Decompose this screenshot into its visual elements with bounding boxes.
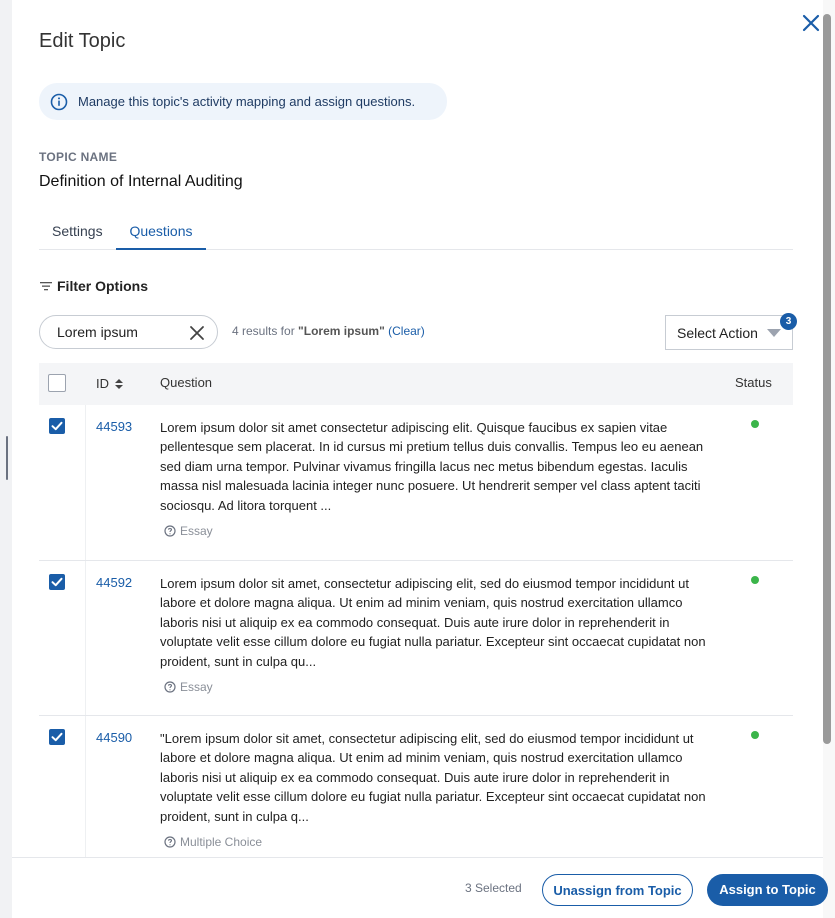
help-circle-icon	[164, 836, 176, 848]
resize-handle[interactable]	[6, 436, 8, 480]
row-checkbox[interactable]	[49, 729, 65, 745]
info-banner: Manage this topic's activity mapping and…	[39, 83, 447, 120]
id-header-label: ID	[96, 376, 109, 391]
row-checkbox[interactable]	[49, 418, 65, 434]
status-indicator	[751, 731, 759, 739]
question-type: Essay	[164, 524, 213, 538]
question-type: Multiple Choice	[164, 835, 262, 849]
tab-settings[interactable]: Settings	[52, 216, 103, 250]
selected-count: 3 Selected	[465, 881, 522, 895]
help-circle-icon	[164, 681, 176, 693]
results-query: "Lorem ipsum"	[298, 324, 385, 338]
topic-name-label: TOPIC NAME	[39, 150, 118, 164]
info-banner-text: Manage this topic's activity mapping and…	[78, 94, 416, 109]
filter-icon	[40, 282, 52, 291]
topic-name-value: Definition of Internal Auditing	[39, 173, 243, 190]
page-title: Edit Topic	[39, 30, 126, 52]
filter-options-label: Filter Options	[57, 278, 148, 294]
results-count: 4 results for	[232, 324, 295, 338]
status-indicator	[751, 420, 759, 428]
question-type-label: Essay	[180, 524, 213, 538]
checkmark-icon	[51, 732, 63, 742]
question-type-label: Essay	[180, 680, 213, 694]
question-column-header: Question	[160, 375, 213, 390]
search-field	[39, 315, 218, 349]
search-clear-button[interactable]	[188, 324, 206, 342]
checkmark-icon	[51, 421, 63, 431]
table-row: 44590 "Lorem ipsum dolor sit amet, conse…	[39, 716, 793, 857]
id-column-header[interactable]: ID	[96, 376, 124, 391]
footer-bar: 3 Selected Unassign from Topic Assign to…	[12, 857, 828, 918]
filter-options-toggle[interactable]: Filter Options	[39, 278, 148, 294]
table-header: ID Question Status	[39, 363, 793, 405]
help-circle-icon	[164, 525, 176, 537]
checkmark-icon	[51, 577, 63, 587]
table-row: 44593 Lorem ipsum dolor sit amet consect…	[39, 405, 793, 561]
question-type: Essay	[164, 680, 213, 694]
unassign-from-topic-button[interactable]: Unassign from Topic	[542, 874, 693, 906]
select-action-label: Select Action	[677, 324, 758, 341]
close-icon	[802, 14, 820, 32]
question-id-link[interactable]: 44592	[96, 575, 132, 590]
question-text: Lorem ipsum dolor sit amet consectetur a…	[160, 420, 704, 513]
question-id-link[interactable]: 44590	[96, 730, 132, 745]
info-icon	[50, 93, 68, 110]
select-all-checkbox[interactable]	[48, 374, 66, 392]
status-indicator	[751, 576, 759, 584]
sort-icon	[115, 378, 123, 389]
tab-questions[interactable]: Questions	[116, 216, 206, 250]
row-checkbox[interactable]	[49, 574, 65, 590]
table-row: 44592 Lorem ipsum dolor sit amet, consec…	[39, 561, 793, 716]
question-type-label: Multiple Choice	[180, 835, 263, 849]
question-text: Lorem ipsum dolor sit amet, consectetur …	[160, 576, 706, 669]
question-text: "Lorem ipsum dolor sit amet, consectetur…	[160, 731, 706, 824]
close-icon	[190, 326, 204, 340]
tab-bar: Settings Questions	[39, 216, 793, 250]
results-summary: 4 results for "Lorem ipsum" (Clear)	[232, 324, 425, 338]
close-button[interactable]	[800, 12, 822, 34]
scrollbar-thumb[interactable]	[823, 14, 831, 744]
chevron-down-icon	[767, 329, 781, 337]
clear-search-link[interactable]: (Clear)	[388, 324, 425, 338]
select-action-dropdown[interactable]: Select Action	[665, 315, 793, 350]
search-input[interactable]	[57, 324, 187, 340]
status-column-header: Status	[735, 375, 772, 390]
selection-count-badge: 3	[780, 313, 797, 330]
question-id-link[interactable]: 44593	[96, 419, 132, 434]
assign-to-topic-button[interactable]: Assign to Topic	[707, 874, 828, 906]
